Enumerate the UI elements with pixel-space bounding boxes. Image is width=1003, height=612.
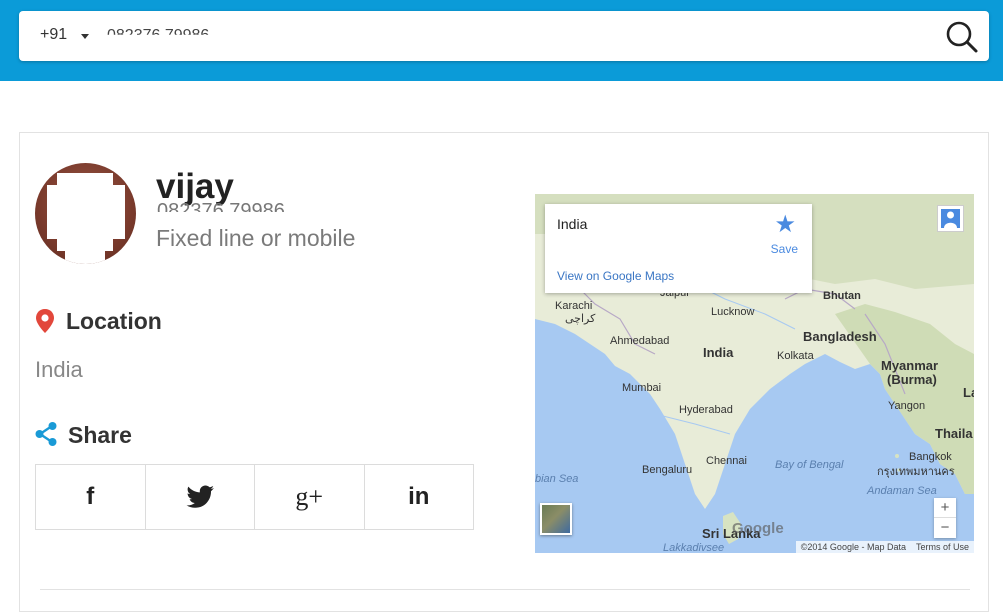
linkedin-icon: in xyxy=(408,483,430,510)
map-data-attribution: ©2014 Google - Map Data xyxy=(800,542,906,552)
linkedin-share-button[interactable]: in xyxy=(365,465,474,529)
facebook-share-button[interactable]: f xyxy=(36,465,146,529)
map-label-karachi-urdu: کراچی xyxy=(565,313,596,325)
pegman-icon[interactable] xyxy=(937,205,964,232)
map-label-arabian-sea: bian Sea xyxy=(535,473,579,485)
caret-down-icon[interactable] xyxy=(81,34,89,39)
share-heading: Share xyxy=(68,422,132,448)
map-label-karachi: Karachi xyxy=(555,300,593,312)
map-label-andaman-sea: Andaman Sea xyxy=(867,485,937,497)
map-label-myanmar: Myanmar xyxy=(881,358,939,373)
masked-phone-number: 082376 79986 xyxy=(157,201,285,212)
google-logo: Google xyxy=(732,520,784,537)
search-icon[interactable] xyxy=(945,20,979,54)
info-window-title: India xyxy=(557,216,588,232)
phone-search-box: +91 xyxy=(19,11,989,61)
map-label-ahmedabad: Ahmedabad xyxy=(610,335,670,347)
twitter-share-button[interactable] xyxy=(146,465,255,529)
profile-card: vijay 082376 79986 Fixed line or mobile … xyxy=(19,132,989,612)
googleplus-share-button[interactable]: g+ xyxy=(255,465,365,529)
save-place-button[interactable]: Save xyxy=(771,242,798,256)
map-label-burma: (Burma) xyxy=(887,372,937,387)
location-value: India xyxy=(35,357,83,382)
zoom-out-button[interactable]: − xyxy=(934,518,956,538)
country-code-select[interactable]: +91 xyxy=(40,26,67,44)
map-label-chennai: Chennai xyxy=(706,455,747,467)
map-info-window: India ★ Save View on Google Maps xyxy=(545,204,812,293)
share-buttons: f g+ in xyxy=(35,464,474,530)
zoom-control: + − xyxy=(934,498,956,538)
twitter-icon xyxy=(186,485,214,508)
zoom-in-button[interactable]: + xyxy=(934,498,956,518)
map-label-lucknow: Lucknow xyxy=(711,306,755,318)
location-heading: Location xyxy=(66,308,162,334)
map-pin-icon xyxy=(36,309,54,333)
map-attribution: ©2014 Google - Map Data Terms of Use xyxy=(795,541,974,553)
view-on-google-maps-link[interactable]: View on Google Maps xyxy=(557,269,674,283)
map-label-bangladesh: Bangladesh xyxy=(803,329,877,344)
satellite-toggle-button[interactable] xyxy=(540,503,572,535)
map-label-hyderabad: Hyderabad xyxy=(679,404,733,416)
map-label-bengaluru: Bengaluru xyxy=(642,464,693,476)
map-label-bay-of-bengal: Bay of Bengal xyxy=(775,459,844,471)
map-label-bhutan: Bhutan xyxy=(823,290,861,302)
top-bar: +91 xyxy=(0,0,1003,81)
map-label-yangon: Yangon xyxy=(888,400,926,412)
map-label-thailand: Thaila xyxy=(935,426,973,441)
share-icon xyxy=(35,422,57,446)
facebook-icon: f xyxy=(86,483,95,510)
avatar xyxy=(35,163,136,264)
map-label-bangkok-thai: กรุงเทพมหานคร xyxy=(877,466,955,478)
map-label-kolkata: Kolkata xyxy=(777,350,814,362)
map-label-mumbai: Mumbai xyxy=(622,382,662,394)
phone-number-input[interactable] xyxy=(107,24,927,35)
map-label-india: India xyxy=(703,345,734,360)
line-type: Fixed line or mobile xyxy=(156,225,356,251)
terms-of-use-link[interactable]: Terms of Use xyxy=(916,541,969,553)
google-map[interactable]: Karachi کراچی Jaipur Lucknow Bhutan Bang… xyxy=(535,194,974,553)
map-label-la: La xyxy=(963,385,974,400)
card-divider xyxy=(40,589,970,590)
map-label-lakkadivsee: Lakkadivsee xyxy=(663,542,725,553)
star-icon[interactable]: ★ xyxy=(774,210,796,239)
googleplus-icon: g+ xyxy=(295,482,324,511)
